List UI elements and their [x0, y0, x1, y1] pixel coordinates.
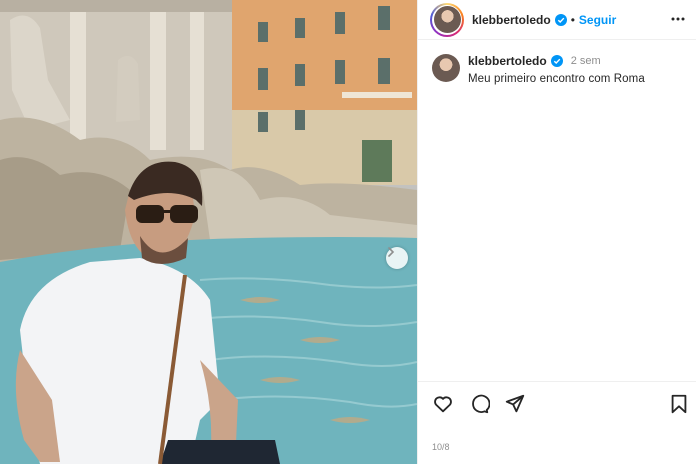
post-date: 10/8	[432, 442, 450, 452]
follow-button[interactable]: Seguir	[579, 13, 616, 27]
bookmark-icon[interactable]	[668, 393, 690, 415]
more-horizontal-icon[interactable]	[670, 11, 686, 27]
separator-dot: •	[570, 12, 575, 27]
caption-avatar[interactable]	[432, 54, 460, 82]
comment-icon[interactable]	[468, 393, 490, 415]
avatar	[433, 6, 461, 33]
divider	[418, 381, 696, 382]
heart-icon[interactable]	[432, 393, 454, 415]
verified-badge-icon	[550, 55, 563, 67]
header-username[interactable]: klebbertoledo	[472, 13, 551, 27]
post-time-ago[interactable]: 2 sem	[571, 55, 601, 67]
caption-username[interactable]: klebbertoledo	[468, 54, 547, 68]
post-header: klebbertoledo • Seguir	[418, 0, 696, 40]
chevron-right-icon	[388, 247, 395, 257]
post-photo[interactable]	[0, 0, 417, 464]
caption-comment: klebbertoledo 2 sem Meu primeiro encontr…	[418, 40, 696, 85]
caption-text: Meu primeiro encontro com Roma	[468, 73, 645, 85]
trevi-fountain-scene	[0, 0, 417, 464]
story-ring-avatar[interactable]	[430, 2, 464, 37]
carousel-next-button[interactable]	[386, 247, 408, 269]
verified-badge-icon	[554, 13, 567, 26]
post-sidebar: klebbertoledo • Seguir klebbertoledo 2 s…	[417, 0, 696, 464]
action-bar	[432, 393, 690, 417]
share-icon[interactable]	[504, 393, 526, 415]
